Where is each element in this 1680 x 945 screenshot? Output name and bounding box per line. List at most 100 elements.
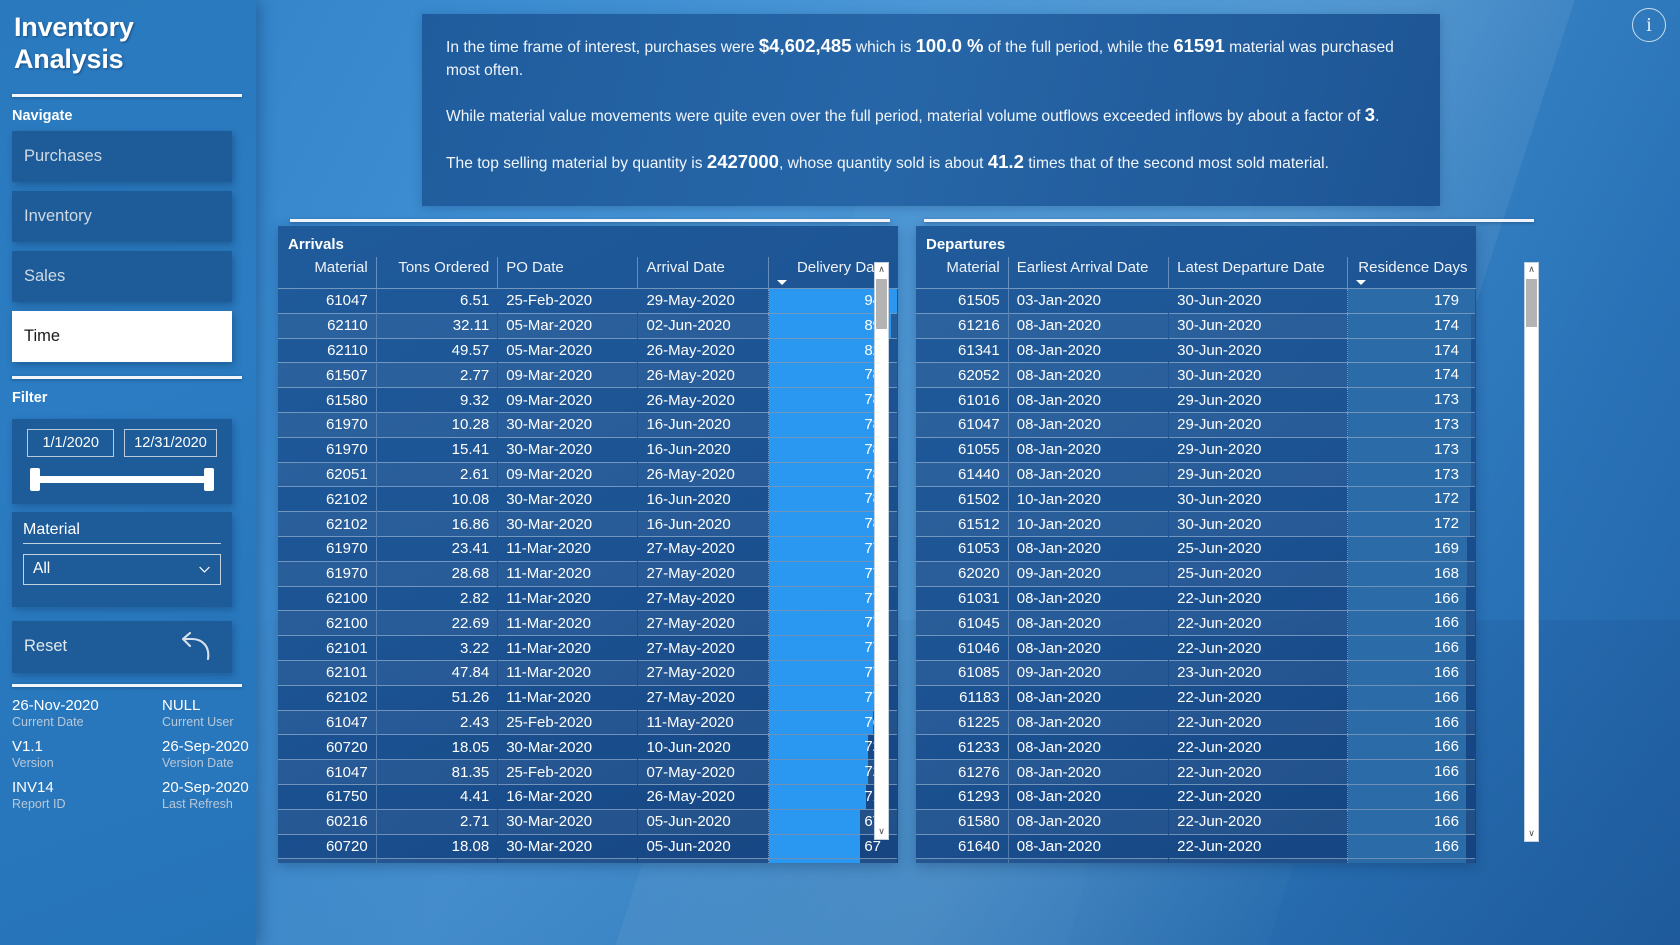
cell-material: 61183 — [916, 684, 1009, 711]
column-header-arrival-date[interactable]: Arrival Date — [637, 257, 770, 289]
departures-scrollbar[interactable]: ∧ ∨ — [1524, 262, 1539, 842]
arrivals-scrollbar-thumb[interactable] — [876, 279, 887, 329]
data-bar-cell: 173 — [1347, 411, 1476, 438]
cell-tons-ordered: 47.84 — [376, 659, 498, 686]
departures-scrollbar-thumb[interactable] — [1526, 279, 1537, 327]
column-header-latest-departure-date[interactable]: Latest Departure Date — [1168, 257, 1348, 289]
data-bar-cell: 173 — [1347, 461, 1476, 487]
arrivals-scrollbar[interactable]: ∧ ∨ — [874, 262, 889, 840]
table-row[interactable]: 61970 10.28 30-Mar-2020 16-Jun-2020 78 — [278, 411, 898, 438]
table-row[interactable]: 61640 08-Jan-2020 22-Jun-2020 166 — [916, 833, 1476, 859]
cell-latest-departure-date: 30-Jun-2020 — [1168, 288, 1348, 314]
table-row[interactable]: 61276 08-Jan-2020 22-Jun-2020 166 — [916, 759, 1476, 785]
table-row[interactable]: 60216 2.71 30-Mar-2020 05-Jun-2020 67 — [278, 808, 898, 835]
column-header-material[interactable]: Material — [916, 257, 1009, 289]
scroll-up-icon[interactable]: ∧ — [875, 263, 888, 277]
column-header-po-date[interactable]: PO Date — [497, 257, 639, 289]
table-row[interactable]: 61047 08-Jan-2020 29-Jun-2020 173 — [916, 411, 1476, 438]
table-row[interactable]: 62100 22.69 11-Mar-2020 27-May-2020 77 — [278, 610, 898, 636]
slider-handle-left[interactable] — [30, 467, 40, 491]
cell-material: 62051 — [278, 461, 377, 487]
table-row[interactable]: 61341 08-Jan-2020 30-Jun-2020 174 — [916, 337, 1476, 363]
date-to-input[interactable]: 12/31/2020 — [124, 428, 217, 457]
cell-earliest-arrival-date: 08-Jan-2020 — [1008, 833, 1169, 859]
table-row[interactable]: 61507 2.77 09-Mar-2020 26-May-2020 78 — [278, 362, 898, 388]
date-range-filter: 1/1/2020 12/31/2020 — [12, 418, 232, 504]
data-bar-value: 67 — [864, 812, 881, 830]
table-row[interactable]: 61580 08-Jan-2020 22-Jun-2020 166 — [916, 808, 1476, 835]
table-row[interactable]: 62052 08-Jan-2020 30-Jun-2020 174 — [916, 362, 1476, 388]
sidebar-item-purchases[interactable]: Purchases — [12, 130, 232, 182]
table-row[interactable]: 6167008-Jan-202022-Jun-2020 166 — [916, 858, 1476, 863]
material-select[interactable]: All — [23, 553, 221, 585]
cell-po-date: 30-Mar-2020 — [497, 734, 638, 760]
table-row[interactable]: 61031 08-Jan-2020 22-Jun-2020 166 — [916, 585, 1476, 611]
data-bar-cell: 168 — [1347, 560, 1476, 587]
table-row[interactable]: 62102 10.08 30-Mar-2020 16-Jun-2020 78 — [278, 486, 898, 512]
table-row[interactable]: 61055 08-Jan-2020 29-Jun-2020 173 — [916, 436, 1476, 463]
table-row[interactable]: 61047 2.43 25-Feb-2020 11-May-2020 76 — [278, 709, 898, 735]
table-row[interactable]: 61502 10-Jan-2020 30-Jun-2020 172 — [916, 486, 1476, 512]
table-row[interactable]: 60720 18.05 30-Mar-2020 10-Jun-2020 72 — [278, 734, 898, 760]
table-row[interactable]: 62020 09-Jan-2020 25-Jun-2020 168 — [916, 560, 1476, 587]
cell-latest-departure-date: 22-Jun-2020 — [1168, 759, 1348, 785]
table-row[interactable]: 61216 08-Jan-2020 30-Jun-2020 174 — [916, 312, 1476, 339]
table-row[interactable]: 61233 08-Jan-2020 22-Jun-2020 166 — [916, 734, 1476, 760]
table-row[interactable]: 61970 15.41 30-Mar-2020 16-Jun-2020 78 — [278, 436, 898, 463]
table-row[interactable]: 61580 9.32 09-Mar-2020 26-May-2020 78 — [278, 387, 898, 413]
cell-latest-departure-date: 25-Jun-2020 — [1168, 560, 1348, 587]
table-row[interactable]: 61053 08-Jan-2020 25-Jun-2020 169 — [916, 535, 1476, 562]
slider-handle-right[interactable] — [204, 467, 214, 491]
table-row[interactable]: 61045 08-Jan-2020 22-Jun-2020 166 — [916, 610, 1476, 636]
sidebar-item-time[interactable]: Time — [12, 310, 232, 362]
cell-earliest-arrival-date: 08-Jan-2020 — [1008, 808, 1169, 835]
cell-earliest-arrival-date: 08-Jan-2020 — [1008, 709, 1169, 735]
table-row[interactable]: 61085 09-Jan-2020 23-Jun-2020 166 — [916, 659, 1476, 686]
cell-material: 61047 — [278, 288, 377, 314]
table-row[interactable]: 62051 2.61 09-Mar-2020 26-May-2020 78 — [278, 461, 898, 487]
table-row[interactable]: 62100 2.82 11-Mar-2020 27-May-2020 77 — [278, 585, 898, 611]
scroll-down-icon[interactable]: ∨ — [1525, 827, 1538, 841]
cell-arrival-date: 26-May-2020 — [637, 337, 770, 363]
scroll-up-icon[interactable]: ∧ — [1525, 263, 1538, 277]
sidebar-item-inventory[interactable]: Inventory — [12, 190, 232, 242]
cell-material: 62101 — [278, 659, 377, 686]
info-icon[interactable]: i — [1632, 8, 1666, 42]
table-row[interactable]: 60720 18.08 30-Mar-2020 05-Jun-2020 67 — [278, 833, 898, 859]
table-row[interactable]: 61047 6.51 25-Feb-2020 29-May-2020 94 — [278, 288, 898, 314]
table-row[interactable]: 61225 08-Jan-2020 22-Jun-2020 166 — [916, 709, 1476, 735]
cell-material: 61970 — [278, 535, 377, 562]
table-row[interactable]: 62102 51.26 11-Mar-2020 27-May-2020 77 — [278, 684, 898, 711]
table-row[interactable]: 61970 23.41 11-Mar-2020 27-May-2020 77 — [278, 535, 898, 562]
reset-button[interactable]: Reset — [12, 620, 232, 673]
table-row[interactable]: 62101 3.22 11-Mar-2020 27-May-2020 77 — [278, 635, 898, 661]
column-header-tons-ordered[interactable]: Tons Ordered — [376, 257, 499, 289]
metadata-item: 26-Nov-2020 Current Date — [6, 697, 156, 737]
table-row[interactable]: 62110 32.11 05-Mar-2020 02-Jun-2020 89 — [278, 312, 898, 339]
column-header-residence-days[interactable]: Residence Days — [1347, 257, 1475, 289]
sidebar-item-sales[interactable]: Sales — [12, 250, 232, 302]
table-row[interactable]: 61047 81.35 25-Feb-2020 07-May-2020 72 — [278, 759, 898, 785]
table-row[interactable]: 61293 08-Jan-2020 22-Jun-2020 166 — [916, 783, 1476, 810]
table-row[interactable]: 61046 08-Jan-2020 22-Jun-2020 166 — [916, 635, 1476, 661]
table-row[interactable]: 612033.3930-Mar-202005-Jun-2020 67 — [278, 858, 898, 863]
departures-top-rule — [924, 219, 1534, 222]
date-from-input[interactable]: 1/1/2020 — [27, 428, 115, 457]
cell-po-date: 30-Mar-2020 — [497, 411, 638, 438]
table-row[interactable]: 61512 10-Jan-2020 30-Jun-2020 172 — [916, 511, 1476, 537]
date-range-slider[interactable] — [30, 466, 214, 492]
table-row[interactable]: 62110 49.57 05-Mar-2020 26-May-2020 82 — [278, 337, 898, 363]
table-row[interactable]: 62102 16.86 30-Mar-2020 16-Jun-2020 78 — [278, 511, 898, 537]
scroll-down-icon[interactable]: ∨ — [875, 825, 888, 839]
table-row[interactable]: 62101 47.84 11-Mar-2020 27-May-2020 77 — [278, 659, 898, 686]
cell-tons-ordered: 4.41 — [376, 783, 498, 810]
table-row[interactable]: 61750 4.41 16-Mar-2020 26-May-2020 71 — [278, 783, 898, 810]
table-row[interactable]: 61505 03-Jan-2020 30-Jun-2020 179 — [916, 288, 1476, 314]
column-header-material[interactable]: Material — [278, 257, 377, 289]
table-row[interactable]: 61016 08-Jan-2020 29-Jun-2020 173 — [916, 387, 1476, 413]
table-row[interactable]: 61970 28.68 11-Mar-2020 27-May-2020 77 — [278, 560, 898, 587]
cell-earliest-arrival-date: 08-Jan-2020 — [1008, 312, 1169, 339]
table-row[interactable]: 61440 08-Jan-2020 29-Jun-2020 173 — [916, 461, 1476, 487]
column-header-earliest-arrival-date[interactable]: Earliest Arrival Date — [1008, 257, 1170, 289]
table-row[interactable]: 61183 08-Jan-2020 22-Jun-2020 166 — [916, 684, 1476, 711]
